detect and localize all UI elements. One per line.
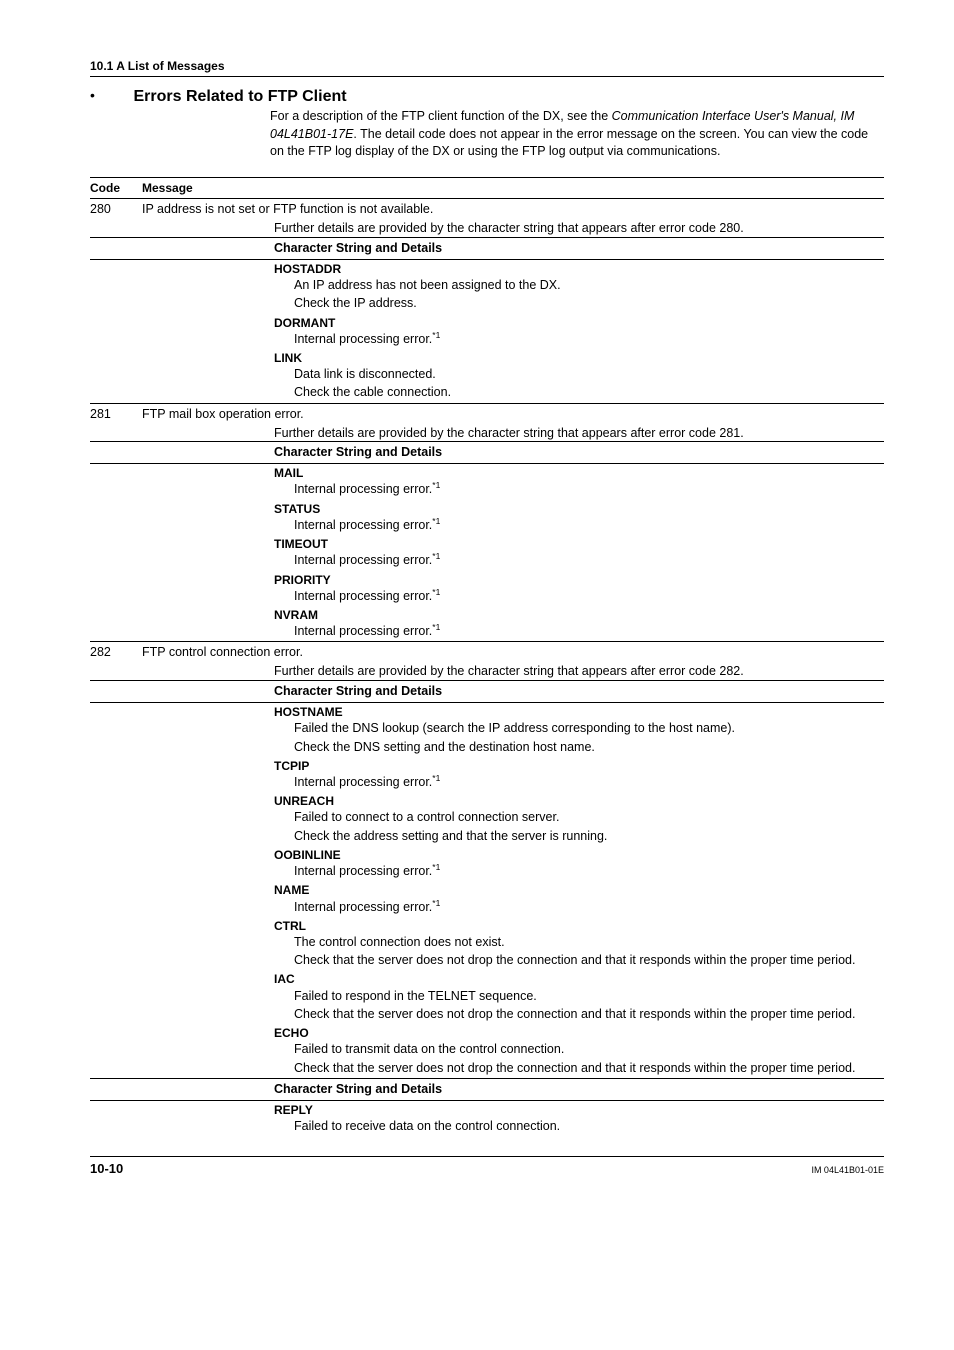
error-note: Further details are provided by the char…	[142, 218, 884, 237]
detail-key: ECHO	[142, 1024, 884, 1041]
detail-key: NAME	[142, 881, 884, 898]
section-heading: • Errors Related to FTP Client	[90, 86, 884, 108]
error-message: FTP control connection error.	[142, 642, 884, 661]
error-message: FTP mail box operation error.	[142, 403, 884, 422]
detail-key: PRIORITY	[142, 571, 884, 588]
detail-line: Internal processing error.*1	[142, 552, 884, 570]
error-message: IP address is not set or FTP function is…	[142, 199, 884, 218]
detail-key: LINK	[142, 349, 884, 366]
detail-line: Check the cable connection.	[142, 384, 884, 403]
page-header: 10.1 A List of Messages	[90, 58, 884, 77]
section-intro: For a description of the FTP client func…	[270, 108, 884, 161]
detail-key: OOBINLINE	[142, 846, 884, 863]
doc-id: IM 04L41B01-01E	[811, 1164, 884, 1176]
detail-key: STATUS	[142, 500, 884, 517]
col-header-code: Code	[90, 178, 142, 199]
detail-line: Internal processing error.*1	[142, 899, 884, 917]
col-header-message: Message	[142, 178, 884, 199]
error-note: Further details are provided by the char…	[142, 661, 884, 680]
detail-line: Check that the server does not drop the …	[142, 1060, 884, 1079]
error-code: 280	[90, 199, 142, 218]
detail-line: Check that the server does not drop the …	[142, 952, 884, 970]
csd-header: Character String and Details	[142, 681, 884, 703]
csd-header: Character String and Details	[142, 237, 884, 259]
detail-key: NVRAM	[142, 606, 884, 623]
detail-line: Check the address setting and that the s…	[142, 828, 884, 846]
detail-line: Failed to transmit data on the control c…	[142, 1041, 884, 1059]
bullet-icon: •	[90, 86, 130, 105]
detail-line: Data link is disconnected.	[142, 366, 884, 384]
error-code: 281	[90, 403, 142, 422]
csd-header: Character String and Details	[142, 442, 884, 464]
csd-header: Character String and Details	[142, 1078, 884, 1100]
section-title: Errors Related to FTP Client	[133, 88, 346, 105]
detail-line: Failed to respond in the TELNET sequence…	[142, 988, 884, 1006]
detail-line: An IP address has not been assigned to t…	[142, 277, 884, 295]
error-table: Code Message 280IP address is not set or…	[90, 177, 884, 1136]
detail-line: Internal processing error.*1	[142, 774, 884, 792]
detail-line: Check that the server does not drop the …	[142, 1006, 884, 1024]
detail-key: TIMEOUT	[142, 535, 884, 552]
detail-line: Internal processing error.*1	[142, 623, 884, 642]
detail-key: DORMANT	[142, 314, 884, 331]
detail-line: Failed to receive data on the control co…	[142, 1118, 884, 1136]
detail-key: IAC	[142, 970, 884, 987]
detail-key: CTRL	[142, 917, 884, 934]
error-note: Further details are provided by the char…	[142, 423, 884, 442]
detail-key: UNREACH	[142, 792, 884, 809]
detail-key: HOSTADDR	[142, 259, 884, 277]
detail-key: TCPIP	[142, 757, 884, 774]
detail-key: MAIL	[142, 464, 884, 482]
detail-line: Internal processing error.*1	[142, 588, 884, 606]
detail-line: The control connection does not exist.	[142, 934, 884, 952]
detail-key: REPLY	[142, 1100, 884, 1118]
detail-line: Failed to connect to a control connectio…	[142, 809, 884, 827]
page-footer: 10-10 IM 04L41B01-01E	[90, 1156, 884, 1178]
error-code: 282	[90, 642, 142, 661]
detail-line: Check the DNS setting and the destinatio…	[142, 739, 884, 757]
detail-line: Internal processing error.*1	[142, 331, 884, 349]
detail-line: Internal processing error.*1	[142, 517, 884, 535]
detail-line: Failed the DNS lookup (search the IP add…	[142, 720, 884, 738]
page-number: 10-10	[90, 1160, 123, 1178]
detail-key: HOSTNAME	[142, 703, 884, 721]
detail-line: Internal processing error.*1	[142, 863, 884, 881]
detail-line: Check the IP address.	[142, 295, 884, 313]
detail-line: Internal processing error.*1	[142, 481, 884, 499]
